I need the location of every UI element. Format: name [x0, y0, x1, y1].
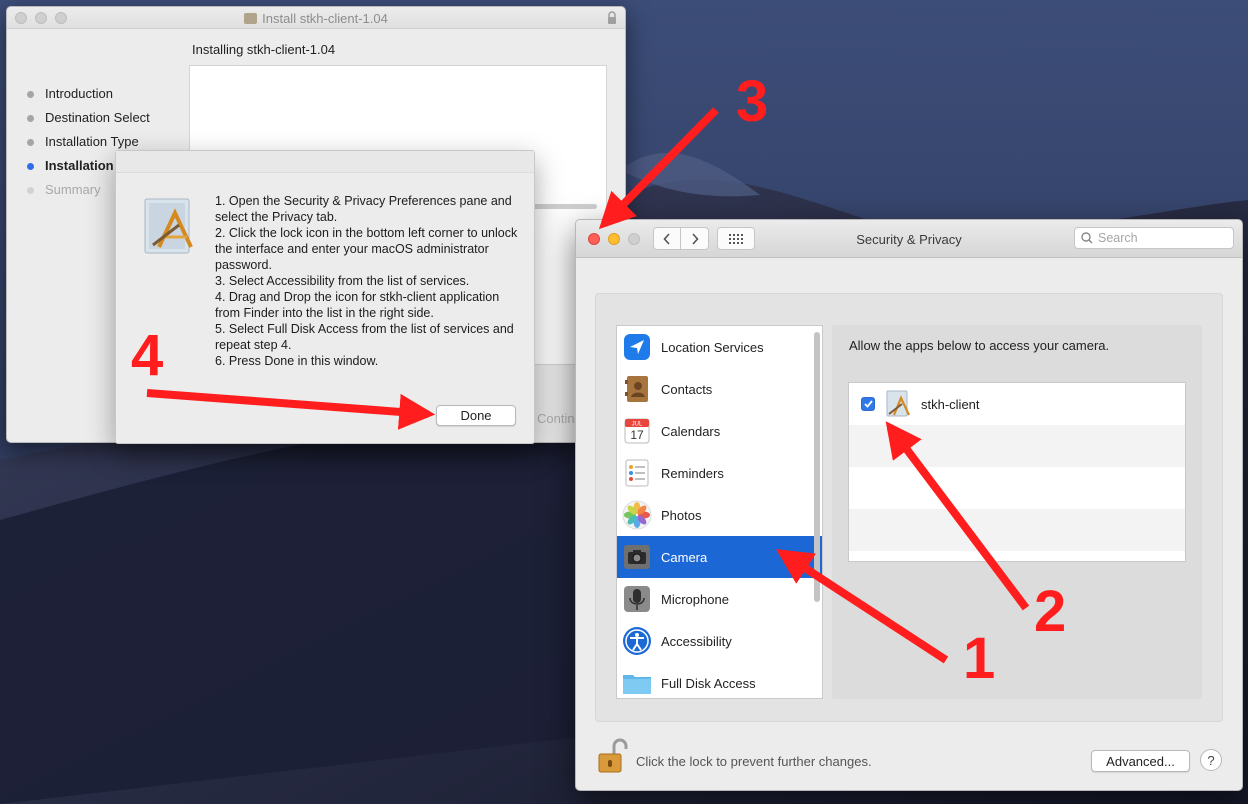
- instruction-line: 6. Press Done in this window.: [215, 354, 379, 368]
- location-icon: [624, 334, 650, 360]
- service-photos[interactable]: Photos: [617, 494, 822, 536]
- services-scrollbar[interactable]: [814, 332, 820, 602]
- install-progress-bar: [527, 204, 597, 209]
- step-destination-select: Destination Select: [27, 111, 150, 135]
- security-privacy-window: Security & Privacy Search Location Servi…: [575, 219, 1243, 791]
- camera-access-pane: Allow the apps below to access your came…: [832, 325, 1202, 699]
- installer-title: Install stkh-client-1.04: [7, 11, 625, 26]
- service-reminders[interactable]: Reminders: [617, 452, 822, 494]
- contacts-icon: [625, 376, 648, 402]
- service-microphone[interactable]: Microphone: [617, 578, 822, 620]
- service-calendars[interactable]: JUL 17 Calendars: [617, 410, 822, 452]
- service-contacts[interactable]: Contacts: [617, 368, 822, 410]
- stkh-client-checkbox[interactable]: [861, 397, 875, 411]
- installer-titlebar[interactable]: Install stkh-client-1.04: [7, 7, 625, 29]
- app-row-empty: [849, 467, 1185, 509]
- service-accessibility[interactable]: Accessibility: [617, 620, 822, 662]
- search-field[interactable]: Search: [1074, 227, 1234, 249]
- checkmark-icon: [863, 400, 873, 408]
- app-row-stkh-client[interactable]: stkh-client: [849, 383, 1185, 425]
- camera-apps-list[interactable]: stkh-client: [848, 382, 1186, 562]
- app-name: stkh-client: [921, 396, 980, 412]
- instructions-dialog: 1. Open the Security & Privacy Preferenc…: [115, 150, 535, 444]
- instruction-line: 3. Select Accessibility from the list of…: [215, 274, 470, 288]
- calendar-icon: JUL17: [624, 418, 650, 444]
- camera-icon: [624, 545, 650, 569]
- search-icon: [1081, 232, 1093, 244]
- step-introduction: Introduction: [27, 87, 150, 111]
- done-button[interactable]: Done: [436, 405, 516, 426]
- continue-button[interactable]: Contin: [537, 411, 575, 426]
- help-button[interactable]: ?: [1200, 749, 1222, 771]
- service-location-services[interactable]: Location Services: [617, 326, 822, 368]
- service-full-disk-access[interactable]: Full Disk Access: [617, 662, 822, 698]
- dialog-top-bar: [116, 151, 534, 173]
- instruction-line: 2. Click the lock icon in the bottom lef…: [215, 226, 518, 272]
- unlocked-padlock-icon[interactable]: [596, 738, 628, 774]
- instruction-line: 4. Drag and Drop the icon for stkh-clien…: [215, 290, 500, 320]
- app-row-empty: [849, 551, 1185, 561]
- services-list[interactable]: Location Services Contacts JUL 17 Calenda…: [616, 325, 823, 699]
- package-icon: [244, 13, 258, 24]
- camera-access-description: Allow the apps below to access your came…: [849, 338, 1110, 353]
- reminders-icon: [625, 459, 649, 487]
- stkh-client-app-icon: [144, 198, 193, 254]
- service-camera[interactable]: Camera: [617, 536, 822, 578]
- advanced-button[interactable]: Advanced...: [1091, 750, 1190, 772]
- app-row-empty: [849, 425, 1185, 467]
- calendar-month-label: JUL: [632, 422, 643, 428]
- security-toolbar: Security & Privacy Search: [576, 220, 1242, 258]
- installer-heading: Installing stkh-client-1.04: [192, 42, 336, 57]
- lock-icon: [608, 11, 616, 24]
- instructions-text: 1. Open the Security & Privacy Preferenc…: [215, 193, 520, 369]
- folder-icon: [623, 675, 651, 694]
- search-placeholder: Search: [1098, 231, 1138, 245]
- instruction-line: 5. Select Full Disk Access from the list…: [215, 322, 514, 352]
- microphone-icon: [624, 586, 650, 612]
- privacy-panel: Location Services Contacts JUL 17 Calenda…: [595, 293, 1223, 722]
- accessibility-icon: [623, 627, 651, 655]
- lock-instruction: Click the lock to prevent further change…: [636, 754, 872, 769]
- app-row-empty: [849, 509, 1185, 551]
- instruction-line: 1. Open the Security & Privacy Preferenc…: [215, 194, 512, 224]
- stkh-client-icon: [886, 390, 910, 417]
- photos-icon: [622, 500, 652, 530]
- calendar-day-label: 17: [630, 428, 644, 442]
